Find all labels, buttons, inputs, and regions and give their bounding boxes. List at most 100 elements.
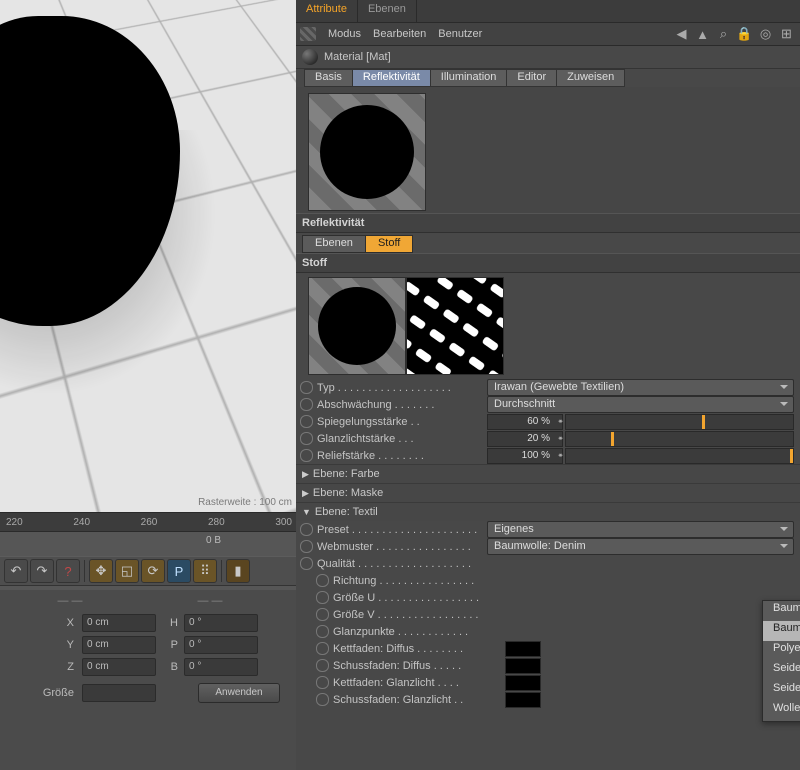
dropdown-option[interactable]: Baumwolle: Denim — [763, 601, 800, 621]
snap-tool[interactable]: ⠿ — [193, 559, 217, 583]
chevron-right-icon: ▶ — [302, 488, 309, 499]
anim-dot[interactable] — [300, 432, 313, 445]
abschwaechung-select[interactable]: Durchschnitt — [487, 396, 794, 413]
anim-dot[interactable] — [316, 625, 329, 638]
search-icon[interactable]: ⌕ — [716, 27, 731, 42]
tab-reflektivitaet[interactable]: Reflektivität — [352, 69, 431, 87]
move-tool[interactable]: ✥ — [89, 559, 113, 583]
chevron-down-icon: ▼ — [302, 507, 311, 517]
anim-dot[interactable] — [316, 676, 329, 689]
anim-dot[interactable] — [316, 574, 329, 587]
apply-button[interactable]: Anwenden — [198, 683, 280, 703]
typ-select[interactable]: Irawan (Gewebte Textilien) — [487, 379, 794, 396]
ruler-tick: 260 — [141, 517, 158, 528]
menu-bearbeiten[interactable]: Bearbeiten — [373, 28, 426, 40]
dropdown-option[interactable]: Seide: Shantung — [763, 681, 800, 701]
coordinate-panel: — —— — X 0 cm H 0 ° Y 0 cm P 0 ° Z 0 cm … — [0, 590, 296, 770]
preview-sphere — [320, 105, 414, 199]
anim-dot[interactable] — [316, 693, 329, 706]
b-field[interactable]: 0 ° — [184, 658, 258, 676]
viewport-column: Rasterweite : 100 cm 220 240 260 280 300… — [0, 0, 296, 770]
anim-dot[interactable] — [300, 557, 313, 570]
grip-icon[interactable] — [300, 27, 316, 41]
anim-dot[interactable] — [316, 659, 329, 672]
relief-field[interactable]: 100 % — [487, 448, 563, 464]
perspective-viewport[interactable]: Rasterweite : 100 cm — [0, 0, 296, 512]
up-icon[interactable]: ▲ — [695, 27, 710, 42]
new-icon[interactable]: ⊞ — [779, 27, 794, 42]
anim-dot[interactable] — [300, 415, 313, 428]
material-sphere-icon — [302, 49, 318, 65]
render-icon[interactable]: ▮ — [226, 559, 250, 583]
p-field[interactable]: 0 ° — [184, 636, 258, 654]
webmuster-select[interactable]: Baumwolle: Denim — [487, 538, 794, 555]
webmuster-dropdown[interactable]: Baumwolle: Denim Baumwolle: Twill Polyes… — [762, 600, 800, 722]
subtab-ebenen[interactable]: Ebenen — [302, 235, 366, 253]
kettfaden-diffus-label: Kettfaden: Diffus . . . . . . . . — [333, 643, 503, 655]
target-icon[interactable]: ◎ — [758, 27, 773, 42]
y-field[interactable]: 0 cm — [82, 636, 156, 654]
spiegelung-field[interactable]: 60 % — [487, 414, 563, 430]
kettfaden-diffus-swatch[interactable] — [505, 641, 541, 657]
anim-dot[interactable] — [316, 591, 329, 604]
undo-button[interactable]: ↶ — [4, 559, 28, 583]
parametric-tool[interactable]: P — [167, 559, 191, 583]
anim-dot[interactable] — [300, 523, 313, 536]
menu-benutzer[interactable]: Benutzer — [438, 28, 482, 40]
subtab-stoff[interactable]: Stoff — [365, 235, 413, 253]
rotate-tool[interactable]: ⟳ — [141, 559, 165, 583]
expander-farbe[interactable]: ▶Ebene: Farbe — [296, 464, 800, 483]
relief-label: Reliefstärke . . . . . . . . — [317, 450, 487, 462]
preset-select[interactable]: Eigenes — [487, 521, 794, 538]
lock-icon[interactable]: 🔒 — [737, 27, 752, 42]
tab-basis[interactable]: Basis — [304, 69, 353, 87]
glanzlicht-field[interactable]: 20 % — [487, 431, 563, 447]
mode-row: Modus Bearbeiten Benutzer ◀ ▲ ⌕ 🔒 ◎ ⊞ — [296, 23, 800, 46]
y-label: Y — [0, 639, 82, 651]
spiegelung-slider[interactable] — [565, 414, 794, 430]
tab-illumination[interactable]: Illumination — [430, 69, 508, 87]
redo-button[interactable]: ↷ — [30, 559, 54, 583]
size-field[interactable] — [82, 684, 156, 702]
ruler-tick: 280 — [208, 517, 225, 528]
separator — [221, 560, 222, 582]
time-ruler[interactable]: 220 240 260 280 300 — [0, 512, 296, 532]
expander-textil[interactable]: ▼Ebene: Textil — [296, 502, 800, 521]
expander-maske[interactable]: ▶Ebene: Maske — [296, 483, 800, 502]
help-button[interactable]: ? — [56, 559, 80, 583]
x-label: X — [0, 617, 82, 629]
material-preview-thumb[interactable] — [308, 93, 426, 211]
section-stoff: Stoff — [296, 253, 800, 273]
anim-dot[interactable] — [300, 381, 313, 394]
anim-dot[interactable] — [316, 642, 329, 655]
h-field[interactable]: 0 ° — [184, 614, 258, 632]
tab-editor[interactable]: Editor — [506, 69, 557, 87]
attribute-panel: Attribute Ebenen Modus Bearbeiten Benutz… — [296, 0, 800, 770]
anim-dot[interactable] — [300, 540, 313, 553]
anim-dot[interactable] — [300, 398, 313, 411]
z-field[interactable]: 0 cm — [82, 658, 156, 676]
schussfaden-glanzlicht-swatch[interactable] — [505, 692, 541, 708]
tab-layers[interactable]: Ebenen — [358, 0, 417, 22]
size-label: Größe — [0, 687, 82, 699]
tab-attributes[interactable]: Attribute — [296, 0, 358, 22]
dropdown-option[interactable]: Wolle: Kammgarn — [763, 701, 800, 721]
dropdown-option[interactable]: Polyester: Futter — [763, 641, 800, 661]
scale-tool[interactable]: ◱ — [115, 559, 139, 583]
tab-zuweisen[interactable]: Zuweisen — [556, 69, 625, 87]
weave-pattern-thumb[interactable] — [406, 277, 504, 375]
anim-dot[interactable] — [316, 608, 329, 621]
x-field[interactable]: 0 cm — [82, 614, 156, 632]
glanzlicht-slider[interactable] — [565, 431, 794, 447]
dropdown-option-highlighted[interactable]: Baumwolle: Twill — [763, 621, 800, 641]
schussfaden-diffus-swatch[interactable] — [505, 658, 541, 674]
back-icon[interactable]: ◀ — [674, 27, 689, 42]
kettfaden-glanzlicht-swatch[interactable] — [505, 675, 541, 691]
dropdown-option[interactable]: Seide: Charmeuse — [763, 661, 800, 681]
stoff-preview-thumb[interactable] — [308, 277, 406, 375]
section-reflektivitaet: Reflektivität — [296, 213, 800, 233]
relief-slider[interactable] — [565, 448, 794, 464]
anim-dot[interactable] — [300, 449, 313, 462]
menu-modus[interactable]: Modus — [328, 28, 361, 40]
panel-tabs: Attribute Ebenen — [296, 0, 800, 23]
